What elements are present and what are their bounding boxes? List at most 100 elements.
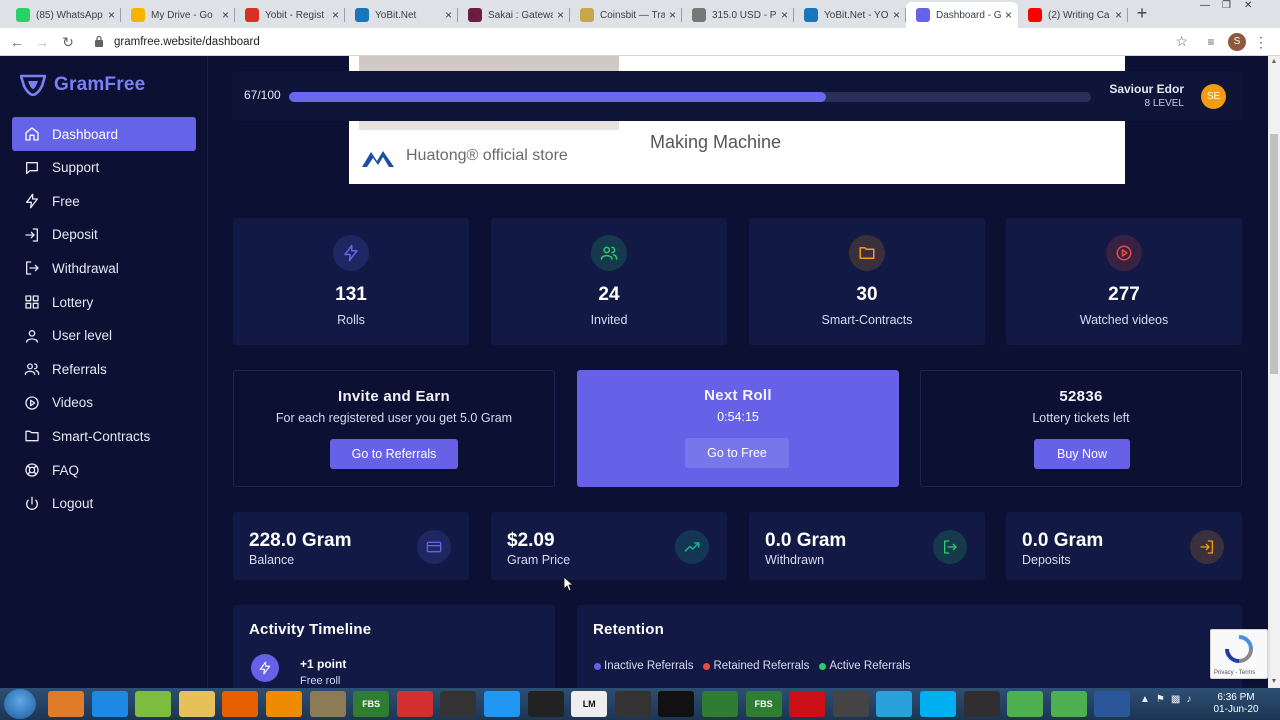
google-drive-icon (131, 8, 145, 22)
profile-avatar[interactable]: S (1228, 33, 1246, 51)
tab-separator (1127, 8, 1128, 22)
tray-chevron-icon[interactable]: ▲ (1140, 694, 1150, 705)
new-tab-button[interactable]: + (1131, 4, 1153, 24)
close-window-button[interactable]: ✕ (1244, 0, 1252, 14)
retention-panel: Retention Inactive Referrals Retained Ref… (577, 605, 1242, 688)
chrome-icon[interactable] (1007, 691, 1044, 717)
firefox-icon[interactable] (222, 691, 259, 717)
close-tab-icon[interactable]: × (332, 8, 339, 22)
app-icon[interactable] (614, 691, 651, 717)
start-button[interactable] (4, 689, 36, 719)
credit-card-icon (417, 530, 451, 564)
browser-tab[interactable]: 315.0 USD - Pr × (682, 2, 794, 28)
taskbar-clock[interactable]: 6:36 PM 01-Jun-20 (1212, 692, 1260, 716)
scroll-down-icon[interactable]: ▼ (1268, 676, 1280, 688)
browser-tab[interactable]: (2) Writing Ca × (1018, 2, 1128, 28)
browser-tab[interactable]: YoBit.Net - YO × (794, 2, 906, 28)
close-tab-icon[interactable]: × (445, 8, 452, 22)
sidebar-item-withdrawal[interactable]: Withdrawal (12, 251, 196, 285)
address-bar[interactable]: gramfree.website/dashboard ☆ (88, 31, 1194, 53)
sidebar-item-smart-contracts[interactable]: Smart-Contracts (12, 419, 196, 453)
app-icon[interactable] (832, 691, 869, 717)
browser-tab[interactable]: Yobit - Regist × (235, 2, 345, 28)
browser-tab[interactable]: Dashboard - G × (906, 2, 1018, 28)
telegram-icon[interactable] (876, 691, 913, 717)
legend-label: Active Referrals (829, 660, 911, 672)
lm-icon[interactable]: LM (571, 691, 608, 717)
minimize-window-button[interactable]: — (1200, 0, 1210, 14)
coinsbit-icon (580, 8, 594, 22)
sidebar-item-logout[interactable]: Logout (12, 487, 196, 521)
close-tab-icon[interactable]: × (108, 8, 115, 22)
browser-menu-icon[interactable]: ⋮ (1252, 33, 1270, 51)
word-icon[interactable] (1094, 691, 1131, 717)
close-tab-icon[interactable]: × (893, 8, 900, 22)
browser-tab[interactable]: (85) WhatsApp × (6, 2, 121, 28)
close-tab-icon[interactable]: × (222, 8, 229, 22)
back-icon[interactable]: ← (8, 33, 26, 51)
close-tab-icon[interactable]: × (557, 8, 564, 22)
sidebar-item-videos[interactable]: Videos (12, 386, 196, 420)
sidebar-item-user-level[interactable]: User level (12, 319, 196, 353)
sidebar-item-free[interactable]: Free (12, 184, 196, 218)
scroll-up-icon[interactable]: ▲ (1268, 56, 1280, 68)
legend-item[interactable]: Retained Referrals (703, 660, 809, 672)
tiktok-icon[interactable] (658, 691, 695, 717)
level-progress-bar (289, 92, 1091, 102)
browser-tab[interactable]: Sakai : Gatewa × (458, 2, 570, 28)
sidebar-item-faq[interactable]: FAQ (12, 453, 196, 487)
reload-icon[interactable]: ↻ (59, 33, 77, 51)
obs-icon[interactable] (963, 691, 1000, 717)
scrollbar-thumb[interactable] (1270, 134, 1278, 374)
legend-item[interactable]: Inactive Referrals (594, 660, 693, 672)
tab-title: (2) Writing Ca (1048, 9, 1110, 21)
app-icon[interactable] (484, 691, 520, 717)
close-tab-icon[interactable]: × (781, 8, 788, 22)
opera-icon[interactable] (789, 691, 826, 717)
sidebar-item-referrals[interactable]: Referrals (12, 352, 196, 386)
media-player-icon[interactable] (48, 691, 84, 717)
fbs-icon[interactable]: FBS (353, 691, 390, 717)
avatar[interactable]: SE (1201, 84, 1226, 109)
close-tab-icon[interactable]: × (1005, 8, 1012, 22)
browser-tab[interactable]: Coinsbit — Tra × (570, 2, 682, 28)
app-icon[interactable] (309, 691, 346, 717)
app-icon[interactable] (702, 691, 738, 717)
sidebar-item-support[interactable]: Support (12, 151, 196, 185)
user-name[interactable]: Saviour Edor (1109, 82, 1184, 96)
sidebar-item-dashboard[interactable]: Dashboard (12, 117, 196, 151)
sidebar-item-label: Logout (52, 496, 94, 512)
sidebar-item-lottery[interactable]: Lottery (12, 285, 196, 319)
recaptcha-badge[interactable]: Privacy - Terms (1210, 629, 1268, 679)
forex-icon[interactable] (440, 691, 477, 717)
internet-explorer-icon[interactable] (91, 691, 128, 717)
browser-tab[interactable]: My Drive - Go × (121, 2, 235, 28)
bookmark-star-icon[interactable]: ☆ (1175, 33, 1188, 50)
roll-timer: 0:54:15 (717, 410, 759, 424)
recaptcha-text[interactable]: Privacy - Terms (1214, 670, 1255, 676)
buy-now-button[interactable]: Buy Now (1034, 439, 1130, 469)
chrome-icon[interactable] (1050, 691, 1087, 717)
restore-window-button[interactable]: ❐ (1222, 0, 1231, 14)
sidebar-item-deposit[interactable]: Deposit (12, 218, 196, 252)
close-tab-icon[interactable]: × (1115, 8, 1122, 22)
wps-pdf-icon[interactable] (396, 691, 433, 717)
browser-tab[interactable]: YoBit.Net × (345, 2, 458, 28)
vlc-icon[interactable] (266, 691, 302, 717)
legend-item[interactable]: Active Referrals (819, 660, 911, 672)
go-to-referrals-button[interactable]: Go to Referrals (330, 439, 458, 469)
skype-icon[interactable] (920, 691, 956, 717)
app-icon[interactable] (135, 691, 172, 717)
volume-icon[interactable]: ♪ (1186, 694, 1191, 705)
file-explorer-icon[interactable] (178, 691, 215, 717)
brand-logo[interactable]: GramFree (20, 74, 145, 96)
fbs-icon[interactable]: FBS (745, 691, 782, 717)
flag-icon[interactable]: ⚑ (1156, 694, 1165, 705)
reading-list-icon[interactable]: ≡ (1202, 33, 1220, 51)
forward-icon[interactable]: → (33, 33, 51, 51)
go-to-free-button[interactable]: Go to Free (685, 438, 789, 468)
network-icon[interactable]: ▩ (1171, 694, 1180, 705)
close-tab-icon[interactable]: × (669, 8, 676, 22)
app-icon[interactable] (527, 691, 564, 717)
page-scrollbar[interactable]: ▲ ▼ (1268, 56, 1280, 688)
